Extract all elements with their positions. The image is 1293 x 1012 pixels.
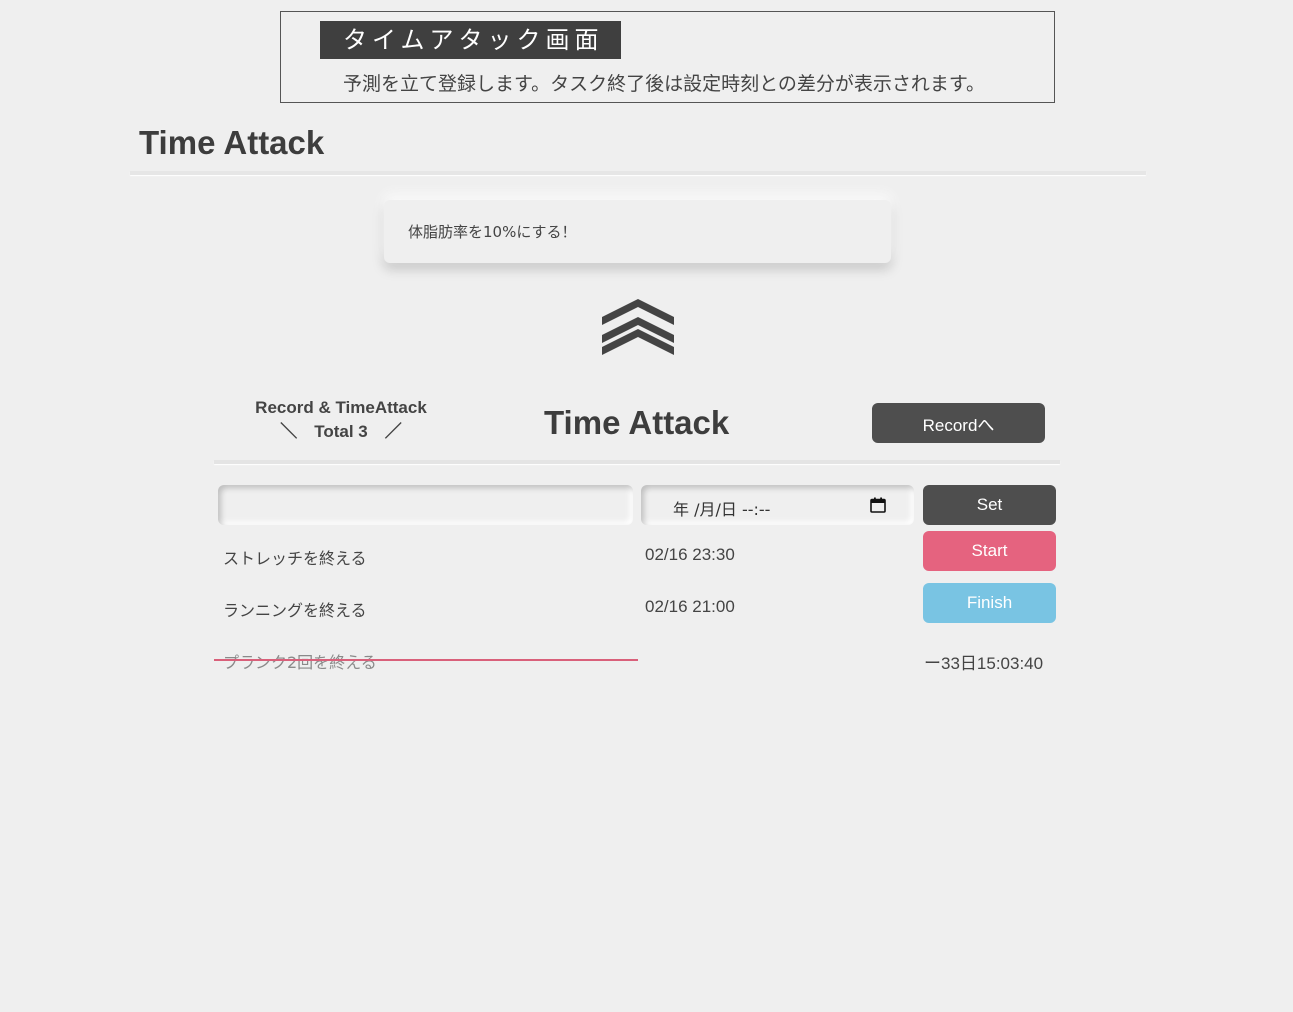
goal-text: 体脂肪率を10%にする！ xyxy=(408,223,577,241)
banner-title: タイムアタック画面 xyxy=(320,21,621,59)
record-button[interactable]: Recordへ xyxy=(872,403,1045,443)
datetime-input[interactable]: 年 /月/日 --:-- xyxy=(641,485,914,525)
time-difference: ー33日15:03:40 xyxy=(924,654,1044,673)
record-label-line1: Record & TimeAttack xyxy=(255,398,427,417)
section-title: Time Attack xyxy=(544,404,730,441)
section-divider xyxy=(214,460,1060,464)
title-divider xyxy=(130,171,1146,175)
description-banner: タイムアタック画面 予測を立て登録します。タスク終了後は設定時刻との差分が表示さ… xyxy=(280,11,1055,103)
triple-chevron-up-icon xyxy=(602,299,674,355)
task-name: ランニングを終える xyxy=(223,601,367,620)
task-name: ストレッチを終える xyxy=(223,549,367,568)
record-total-line: ＼ Total 3 ／ xyxy=(280,422,402,441)
page-title: Time Attack xyxy=(139,124,325,161)
calendar-icon[interactable] xyxy=(870,497,886,513)
set-button[interactable]: Set xyxy=(923,485,1056,525)
banner-description: 予測を立て登録します。タスク終了後は設定時刻との差分が表示されます。 xyxy=(343,73,986,95)
completed-task-name: プランク2回を終える xyxy=(223,653,377,672)
record-total-label: Record & TimeAttack ＼ Total 3 ／ xyxy=(230,396,452,444)
task-input[interactable] xyxy=(218,485,633,525)
task-deadline: 02/16 21:00 xyxy=(645,597,735,616)
task-deadline: 02/16 23:30 xyxy=(645,545,735,564)
start-button[interactable]: Start xyxy=(923,531,1056,571)
datetime-placeholder: 年 /月/日 --:-- xyxy=(673,500,771,519)
goal-card: 体脂肪率を10%にする！ xyxy=(384,200,891,263)
finish-button[interactable]: Finish xyxy=(923,583,1056,623)
strikethrough-line xyxy=(214,659,638,661)
